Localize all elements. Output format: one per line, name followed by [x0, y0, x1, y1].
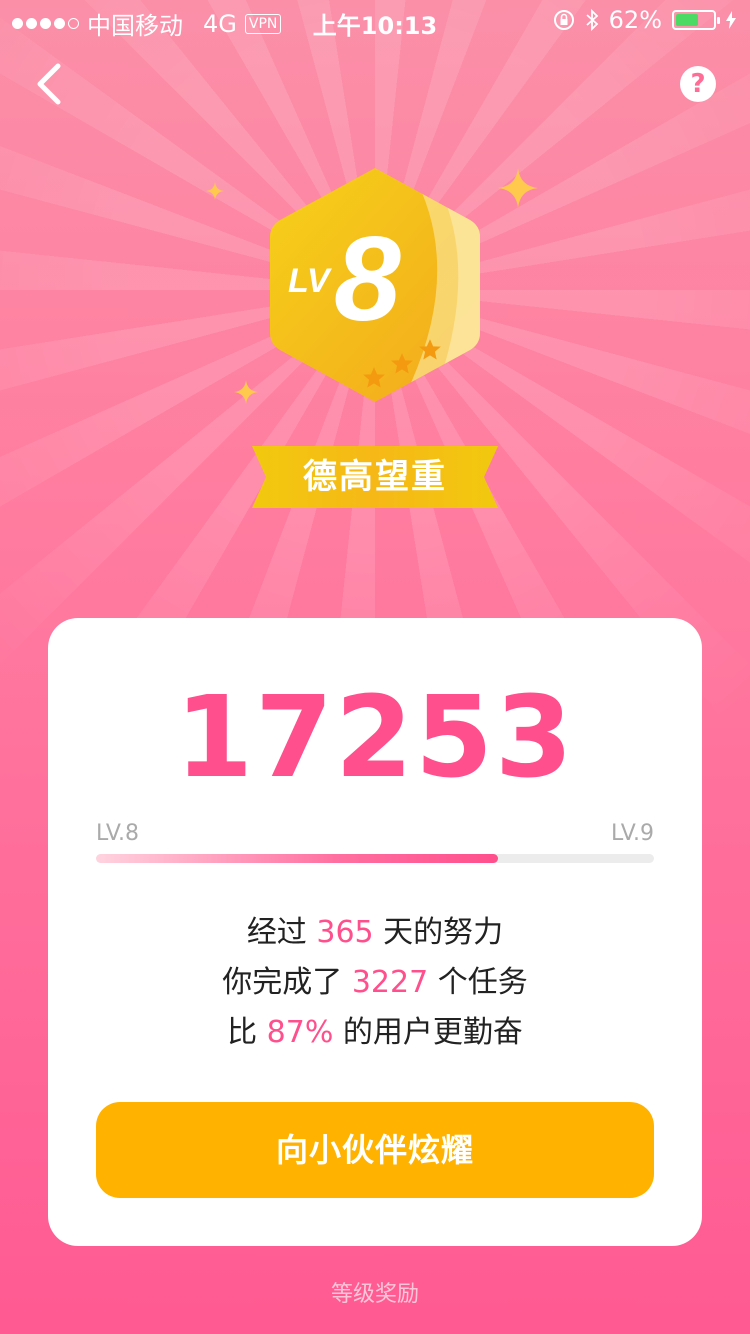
sparkle-icon	[206, 182, 224, 200]
status-right: 62%	[553, 6, 736, 34]
level-rewards-link[interactable]: 等级奖励	[0, 1276, 750, 1308]
back-button[interactable]	[28, 60, 72, 108]
summary-line-days: 经过 365 天的努力	[246, 915, 504, 950]
status-bar: 中国移动 4G VPN 上午10:13 62%	[0, 0, 750, 40]
summary-line-tasks: 你完成了 3227 个任务	[222, 965, 528, 1000]
score-value: 17253	[175, 673, 575, 803]
orientation-lock-icon	[553, 10, 574, 30]
sparkle-icon	[234, 380, 258, 404]
share-button[interactable]: 向小伙伴炫耀	[96, 1102, 654, 1198]
level-progress-bar	[96, 854, 654, 863]
badge-level-number: 8	[334, 212, 401, 346]
summary-line-rank: 比 87% 的用户更勤奋	[227, 1015, 523, 1050]
chevron-left-icon	[37, 63, 61, 105]
summary-text: 经过 365 天的努力 你完成了 3227 个任务 比 87% 的用户更勤奋	[48, 908, 702, 1058]
sparkle-icon	[498, 168, 538, 208]
question-mark-icon: ?	[690, 69, 706, 99]
level-badge: LV 8	[270, 168, 480, 402]
score-card: 17253 LV.8 LV.9 经过 365 天的努力 你完成了 3227 个任…	[48, 618, 702, 1246]
progress-to-label: LV.9	[610, 821, 654, 846]
battery-icon	[672, 10, 720, 30]
charging-icon	[726, 11, 736, 29]
level-progress-fill	[96, 854, 498, 863]
level-title: 德高望重	[303, 457, 447, 497]
progress-from-label: LV.8	[96, 821, 140, 846]
badge-lv-prefix: LV	[288, 262, 333, 300]
bluetooth-icon	[586, 8, 598, 32]
help-button[interactable]: ?	[680, 66, 716, 102]
battery-percent: 62%	[608, 6, 662, 34]
